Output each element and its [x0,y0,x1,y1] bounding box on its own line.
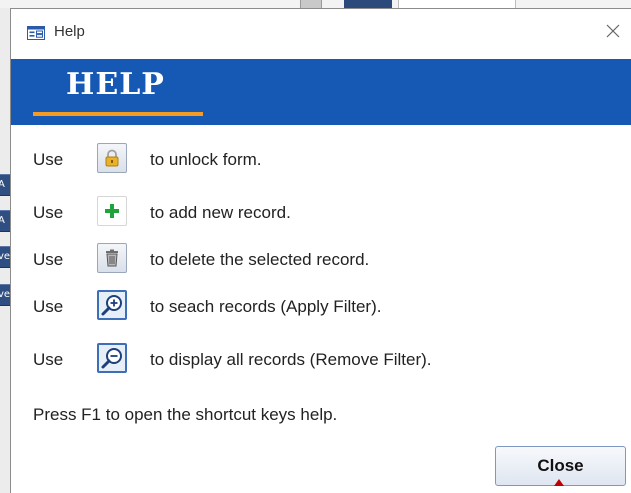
trash-icon [106,249,118,267]
row-prefix: Use [33,297,64,316]
help-row-delete: Use to delete the selected record. [11,243,631,277]
background-button: A [0,174,10,196]
row-description: to display all records (Remove Filter). [150,350,432,369]
row-description: to seach records (Apply Filter). [150,297,382,316]
close-icon[interactable] [605,23,621,39]
remove-filter-button-sample [97,343,127,373]
help-row-add: Use to add new record. [11,196,631,230]
row-description: to delete the selected record. [150,250,370,269]
help-row-show-all: Use to display all records (Remove Filte… [11,343,631,377]
background-tab-active [344,0,392,8]
row-prefix: Use [33,150,64,169]
background-field [398,0,516,8]
zoom-in-icon [101,295,122,316]
form-icon [27,26,45,40]
help-dialog: Help HELP Use to unlock form. Use to add… [10,8,631,493]
row-prefix: Use [33,203,64,222]
delete-button-sample [97,243,127,273]
row-prefix: Use [33,350,64,369]
row-description: to add new record. [150,203,291,222]
plus-icon [105,204,119,218]
row-description: to unlock form. [150,150,262,169]
close-button[interactable]: Close [495,446,626,486]
background-button: A [0,210,10,232]
dialog-title: Help [54,23,85,40]
unlock-button-sample [97,143,127,173]
heading-underline [33,112,203,116]
row-prefix: Use [33,250,64,269]
help-row-search: Use to seach records (Apply Filter). [11,290,631,324]
search-button-sample [97,290,127,320]
close-button-label: Close [537,456,584,475]
help-row-unlock: Use to unlock form. [11,143,631,177]
lock-icon [105,149,119,167]
help-header-band: HELP [11,59,631,125]
zoom-out-icon [101,348,122,369]
background-button: ve [0,284,10,306]
shortcut-keys-note: Press F1 to open the shortcut keys help. [33,405,338,424]
background-button: ve [0,246,10,268]
dialog-titlebar: Help [11,9,631,59]
help-heading: HELP [66,67,165,102]
add-button-sample [97,196,127,226]
caret-up-icon [554,479,564,486]
background-scroll-control [300,0,322,8]
